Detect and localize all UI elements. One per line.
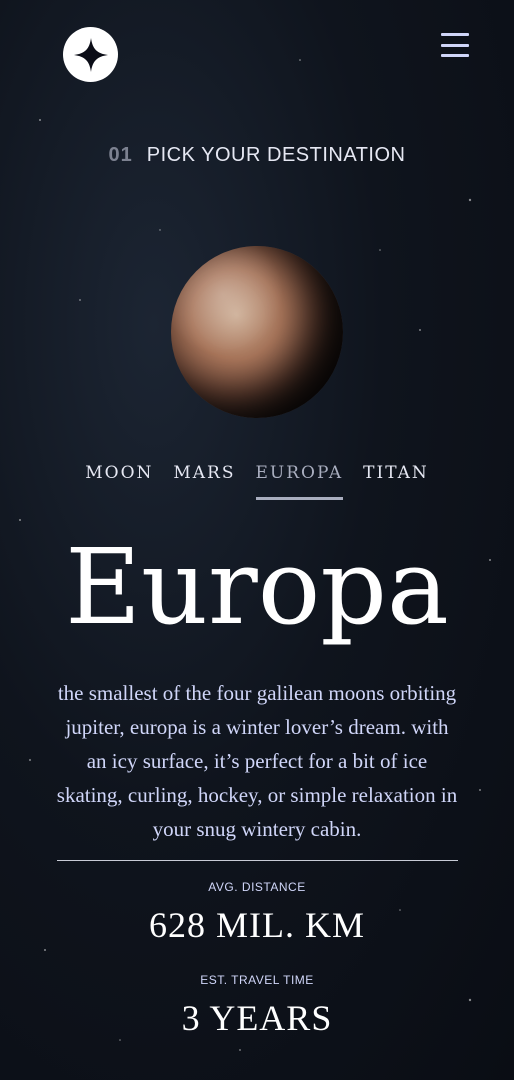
tab-mars[interactable]: MARS	[173, 463, 235, 500]
tab-titan[interactable]: TITAN	[363, 463, 429, 500]
tab-europa[interactable]: EUROPA	[255, 463, 344, 500]
logo[interactable]	[63, 27, 118, 82]
tab-moon[interactable]: MOON	[85, 463, 153, 500]
page-title-text: PICK YOUR DESTINATION	[146, 144, 406, 166]
travel-time-label: EST. TRAVEL TIME	[200, 973, 314, 987]
distance-label: AVG. DISTANCE	[208, 880, 306, 894]
travel-time-value: 3 YEARS	[181, 998, 333, 1038]
europa-planet-image	[171, 246, 343, 418]
destination-description: the smallest of the four galilean moons …	[56, 681, 458, 841]
destination-name: Europa	[65, 526, 449, 648]
hamburger-menu-icon[interactable]	[441, 33, 469, 57]
page-title: 01 PICK YOUR DESTINATION	[0, 144, 514, 167]
page-number: 01	[108, 144, 133, 166]
divider	[57, 860, 458, 861]
distance-value: 628 MIL. KM	[149, 905, 365, 945]
four-point-star-icon	[73, 37, 108, 72]
destination-tabs: MOON MARS EUROPA TITAN	[0, 463, 514, 500]
